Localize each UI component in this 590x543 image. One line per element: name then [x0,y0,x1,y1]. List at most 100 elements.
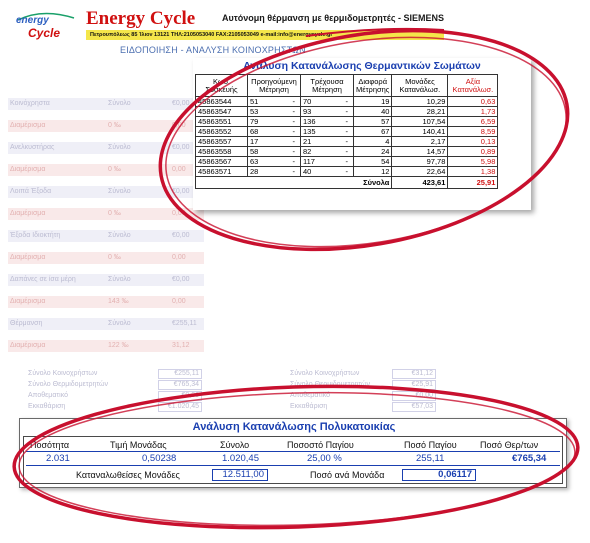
units-label: Καταναλωθείσες Μονάδες [76,470,180,480]
background-row-label: Διαμέρισμα [10,210,46,217]
diff-reading: 24 [352,146,393,157]
background-row-val: 0,00 [172,254,186,261]
background-row-label: Λοιπά Έξοδα [10,188,52,195]
curr-reading: 40 [300,166,345,177]
device-code: 45863558 [195,146,248,157]
diff-reading: 67 [352,126,393,137]
background-row-val: 0,00 [172,166,186,173]
logo-text-bottom: Cycle [28,26,60,40]
consumption-value: 1,73 [447,106,499,117]
curr-dash: - [344,126,354,137]
header-fixed-percent: Ποσοστό Παγίου [287,440,354,450]
background-row-label: Έξοδα Ιδιοκτήτη [10,232,61,239]
prev-reading: 28 [247,166,292,177]
total-units: 423,61 [391,176,449,189]
background-row-mid: Σύνολο [108,188,131,195]
units-consumed: 140,41 [391,126,449,137]
prev-dash: - [291,126,301,137]
curr-reading: 70 [300,96,345,107]
prev-dash: - [291,156,301,167]
header-total: Σύνολο [220,440,250,450]
value-fixed-percent: 25,00 % [307,453,342,464]
consumption-table: Κωδ. Συσκευής Προηγούμενη Μέτρηση Τρέχου… [194,74,499,189]
prev-reading: 51 [247,96,292,107]
units-consumed: 14,57 [391,146,449,157]
summary-label: Αποθεματικό [28,392,69,399]
units-consumed: 107,54 [391,116,449,127]
diff-reading: 4 [352,136,393,147]
background-row-val: 0,00 [172,298,186,305]
background-row-mid: 122 ‰ [108,342,129,349]
background-row-label: Διαμέρισμα [10,122,46,129]
background-row: Διαμέρισμα 122 ‰ 31,12 [8,340,204,352]
background-row: Δαπάνες σε ίσα μέρη Σύνολο €0,00 [8,274,204,286]
prev-reading: 63 [247,156,292,167]
units-consumed: 10,29 [391,96,449,107]
summary-value: €25,91 [392,380,436,390]
background-row-label: Διαμέρισμα [10,298,46,305]
header-meter-amount: Ποσό Θερ/των [480,440,539,450]
per-unit-label: Ποσό ανά Μονάδα [310,470,385,480]
background-row-val: 31,12 [172,342,190,349]
value-total: 1.020,45 [222,453,259,464]
diff-reading: 40 [352,106,393,117]
background-row-mid: 143 ‰ [108,298,129,305]
col-header-curr: Τρέχουσα Μέτρηση [300,74,354,97]
background-row-mid: Σύνολο [108,232,131,239]
background-row-val: €0,00 [172,100,190,107]
background-row-mid: 0 ‰ [108,254,121,261]
background-row-val: 0,00 [172,210,186,217]
col-header-value: Αξία Κατανάλωσ. [447,74,499,97]
background-row-val: €0,00 [172,188,190,195]
summary-label: Σύνολο Θερμιδομετρητών [290,381,370,388]
building-title: Ανάλυση Κατανάλωσης Πολυκατοικίας [192,421,396,433]
summary-value: €31,12 [392,369,436,379]
background-summary: Σύνολο Κοινοχρήστων €255,11 Σύνολο Θερμιδο… [8,366,448,418]
background-row-mid: Σύνολο [108,276,131,283]
prev-reading: 68 [247,126,292,137]
brand-name: Energy Cycle [86,8,196,29]
device-code: 45863552 [195,126,248,137]
prev-reading: 58 [247,146,292,157]
col-header-prev: Προηγούμενη Μέτρηση [247,74,301,97]
curr-dash: - [344,146,354,157]
consumption-title: Ανάλυση Κατανάλωσης Θερμαντικών Σωμάτων [243,60,481,72]
curr-reading: 136 [300,116,345,127]
header-fixed-amount: Ποσό Παγίου [404,440,457,450]
background-row: Διαμέρισμα 0 ‰ 0,00 [8,252,204,264]
prev-dash: - [291,106,301,117]
summary-value: €0,00 [392,391,436,401]
background-row-label: Διαμέρισμα [10,342,46,349]
diff-reading: 12 [352,166,393,177]
units-consumed: 22,64 [391,166,449,177]
summary-label: Αποθεματικό [290,392,331,399]
prev-dash: - [291,146,301,157]
diff-reading: 19 [352,96,393,107]
consumption-panel: Ανάλυση Κατανάλωσης Θερμαντικών Σωμάτων … [193,58,531,210]
units-consumed: 28,21 [391,106,449,117]
background-document: Κοινόχρηστα Σύνολο €0,00 Διαμέρισμα 0 ‰ 0,00 Α… [8,60,208,360]
energy-cycle-logo: energy Cycle [16,12,75,40]
prev-reading: 79 [247,116,292,127]
curr-dash: - [344,116,354,127]
summary-label: Εκκαθάριση [28,403,66,410]
value-quantity: 2.031 [46,453,70,464]
background-row-label: Ανελκυστήρας [10,144,55,151]
summary-value: €57,03 [392,402,436,412]
background-row-val: €0,00 [172,144,190,151]
prev-dash: - [291,166,301,177]
background-row-mid: 0 ‰ [108,210,121,217]
consumption-row: 45863551 79-136-57 107,54 6,59 [195,116,499,127]
consumption-value: 0,63 [447,96,499,107]
consumption-row: 45863558 58-82-24 14,57 0,89 [195,146,499,157]
per-unit-value: 0,06117 [402,469,476,481]
background-row-label: Θέρμανση [10,320,43,327]
summary-label: Εκκαθάριση [290,403,328,410]
consumption-row: 45863567 63-117-54 97,78 5,98 [195,156,499,167]
curr-reading: 82 [300,146,345,157]
curr-dash: - [344,136,354,147]
header-unit-price: Τιμή Μονάδας [110,440,167,450]
building-panel: Ανάλυση Κατανάλωσης Πολυκατοικίας Ποσότη… [19,418,567,488]
summary-label: Σύνολο Θερμιδομετρητών [28,381,108,388]
background-row-label: Κοινόχρηστα [10,100,50,107]
